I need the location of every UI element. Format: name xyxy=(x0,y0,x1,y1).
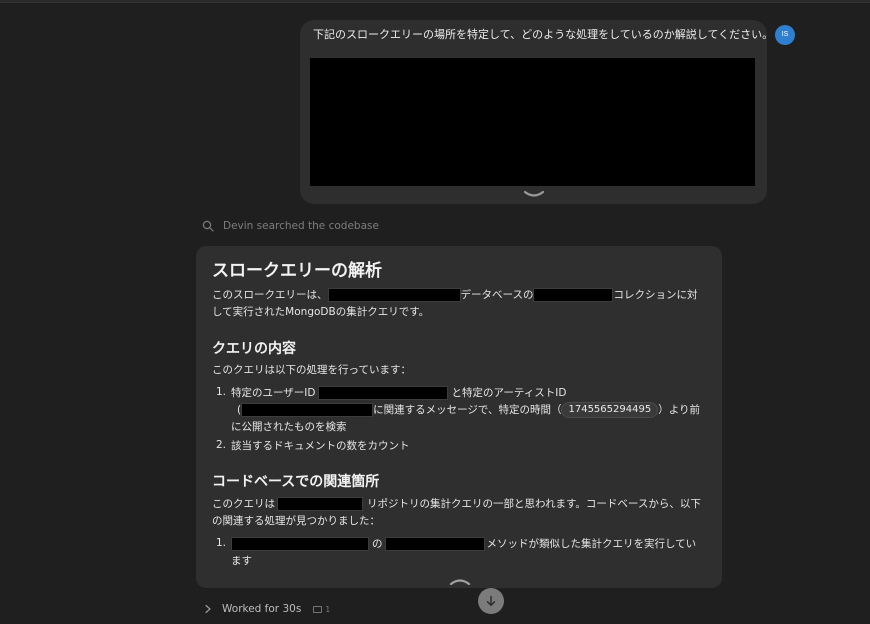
found-item-text: メソッドが類似した集計クエリを実行してい xyxy=(486,538,697,550)
list-item-number: 1. xyxy=(216,386,227,398)
section2-lead-line-1: このクエリは リポジトリの集計クエリの一部と思われます。コードベースから、以下 xyxy=(212,496,701,513)
worked-count: 1 xyxy=(325,604,331,614)
collapse-chevron-icon[interactable] xyxy=(449,576,471,586)
list-item-text: 特定のユーザーID xyxy=(231,387,316,399)
assistant-answer-card: スロークエリーの解析 このスロークエリーは、 データベースの コレクションに対 して… xyxy=(196,246,722,588)
intro-text-part1: このスロークエリーは、 xyxy=(212,289,328,301)
redacted-text xyxy=(277,497,363,511)
intro-line-2: して実行されたMongoDBの集計クエリです。 xyxy=(212,306,430,318)
list-item-text: ）より前 xyxy=(658,404,700,416)
list-item-1-line-3: に公開されたものを検索 xyxy=(231,421,347,433)
redacted-text xyxy=(318,386,449,400)
list-item-text: と特定のアーティストID xyxy=(451,387,567,399)
scroll-to-bottom-button[interactable] xyxy=(478,588,504,614)
answer-title: スロークエリーの解析 xyxy=(212,261,382,281)
chevron-right-icon xyxy=(205,604,211,614)
expand-chevron-icon[interactable] xyxy=(523,190,545,200)
redacted-attachment xyxy=(310,58,755,186)
intro-text-part2: データベースの xyxy=(460,289,534,301)
redacted-text xyxy=(231,537,369,551)
found-item-text: の xyxy=(372,538,383,550)
redacted-text xyxy=(533,288,614,302)
user-message-text: 下記のスロークエリーの場所を特定して、どのような処理をしているのか解説してくださ… xyxy=(313,28,774,41)
top-border xyxy=(0,0,870,3)
user-avatar[interactable]: IS xyxy=(775,25,795,45)
search-activity-label: Devin searched the codebase xyxy=(223,220,379,232)
user-message-bubble: 下記のスロークエリーの場所を特定して、どのような処理をしているのか解説してくださ… xyxy=(300,20,774,204)
section1-lead: このクエリは以下の処理を行っています： xyxy=(212,364,411,376)
redacted-text xyxy=(241,403,374,417)
worked-summary-row[interactable]: Worked for 30s 1 xyxy=(204,602,330,616)
section-title-query-content: クエリの内容 xyxy=(212,341,296,357)
intro-line-1: このスロークエリーは、 データベースの コレクションに対 xyxy=(212,287,697,304)
arrow-down-icon xyxy=(486,595,496,606)
found-item-1-line-1: の メソッドが類似した集計クエリを実行してい xyxy=(231,536,696,553)
list-item-number: 1. xyxy=(216,537,227,549)
section-title-codebase: コードベースでの関連箇所 xyxy=(212,474,380,490)
intro-text-part3: コレクションに対 xyxy=(613,289,698,301)
list-item-number: 2. xyxy=(216,439,227,451)
list-item-1-line-2: (に関連するメッセージで、特定の時間（ 1745565294495 ）より前 xyxy=(237,402,700,419)
search-icon xyxy=(202,220,214,232)
worked-count-badge: 1 xyxy=(313,605,330,614)
section2-text: リポジトリの集計クエリの一部と思われます。コードベースから、以下 xyxy=(367,498,701,510)
section2-text: このクエリは xyxy=(212,498,275,510)
section2-lead-line-2: の関連する処理が見つかりました： xyxy=(212,515,380,527)
timestamp-code: 1745565294495 xyxy=(561,402,659,418)
redacted-text xyxy=(327,288,461,302)
list-item-1-line-1: 特定のユーザーID と特定のアーティストID xyxy=(231,385,566,402)
search-activity-row[interactable]: Devin searched the codebase xyxy=(202,218,379,234)
found-item-1-line-2: ます xyxy=(231,555,252,567)
file-icon xyxy=(313,605,323,613)
list-item-text: に関連するメッセージで、特定の時間（ xyxy=(373,404,562,416)
worked-duration-label: Worked for 30s xyxy=(222,603,302,615)
list-item-2-text: 該当するドキュメントの数をカウント xyxy=(231,440,410,452)
redacted-text xyxy=(384,537,485,551)
